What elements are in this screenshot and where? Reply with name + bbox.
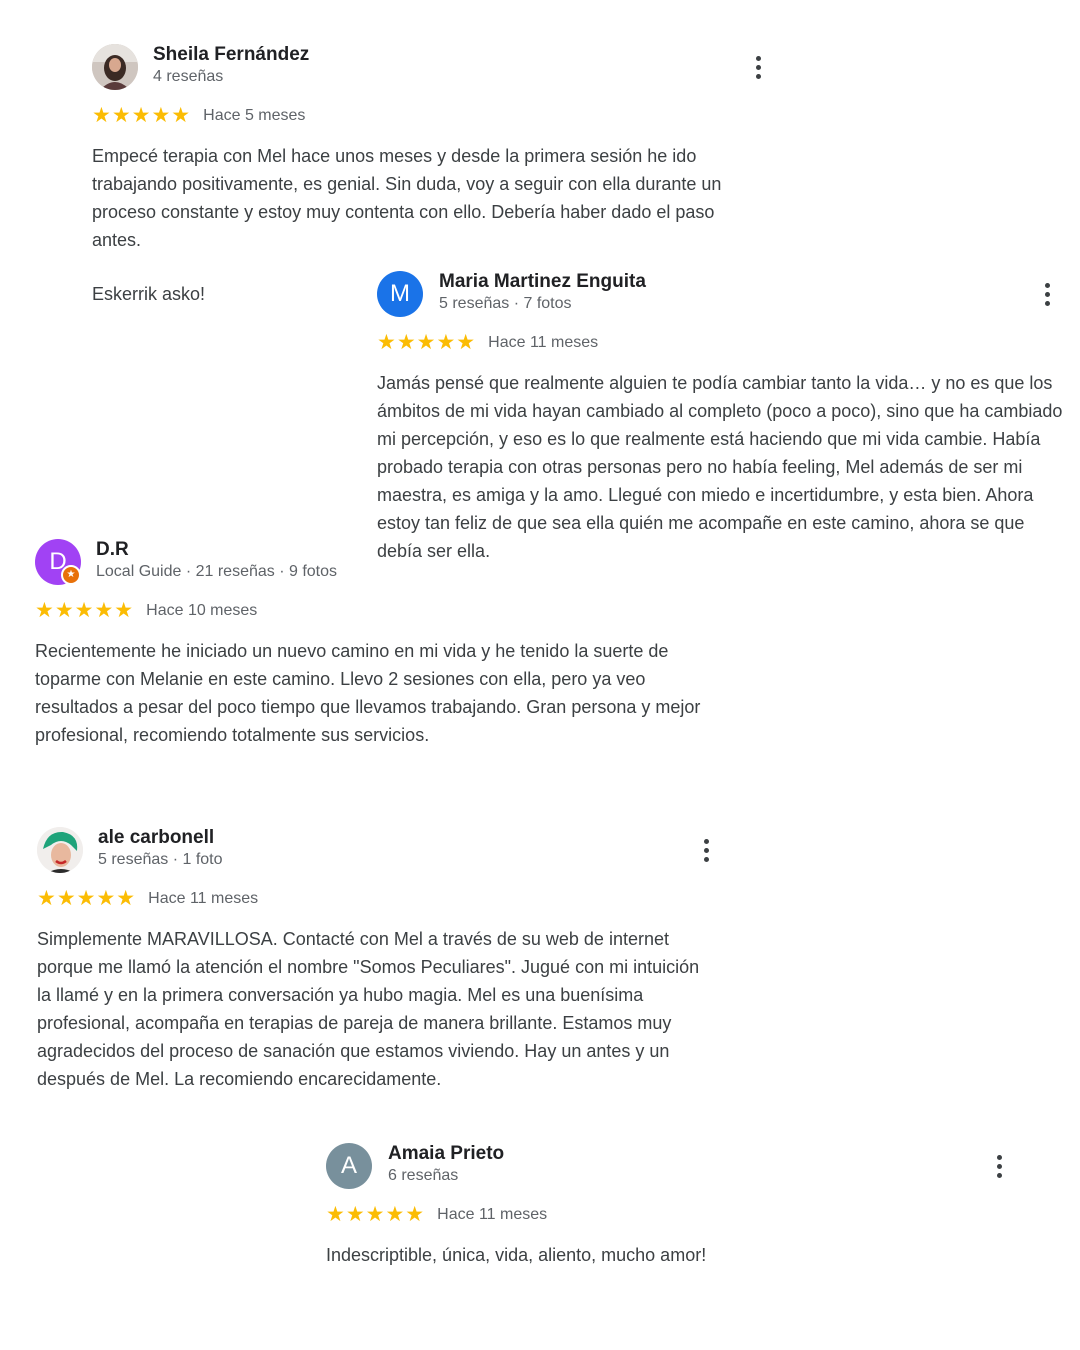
- user-avatar[interactable]: [37, 827, 83, 873]
- star-rating: ★★★★★: [326, 1203, 426, 1226]
- review-text-closing: Eskerrik asko!: [92, 284, 206, 304]
- review-time: Hace 11 meses: [148, 889, 259, 907]
- review-time: Hace 11 meses: [488, 333, 599, 351]
- avatar-letter: M: [390, 280, 410, 307]
- rating-row: ★★★★★ Hace 11 meses: [326, 1204, 547, 1225]
- star-rating: ★★★★★: [377, 331, 477, 354]
- review-card-ale: ale carbonell 5 reseñas · 1 foto ★★★★★ H…: [37, 827, 717, 1127]
- more-vert-icon[interactable]: [746, 52, 770, 82]
- review-text: Indescriptible, única, vida, aliento, mu…: [326, 1245, 707, 1265]
- review-text: Recientemente he iniciado un nuevo camin…: [35, 641, 701, 745]
- rating-row: ★★★★★ Hace 5 meses: [92, 105, 305, 126]
- more-vert-icon[interactable]: [987, 1151, 1011, 1181]
- rating-row: ★★★★★ Hace 11 meses: [37, 888, 258, 909]
- user-avatar[interactable]: D ★: [35, 539, 81, 585]
- reviewer-name[interactable]: Amaia Prieto: [388, 1143, 504, 1165]
- more-vert-icon[interactable]: [694, 835, 718, 865]
- star-rating: ★★★★★: [37, 887, 137, 910]
- reviewer-meta: 6 reseñas: [388, 1167, 459, 1184]
- rating-row: ★★★★★ Hace 11 meses: [377, 332, 598, 353]
- reviewer-meta: 4 reseñas: [153, 68, 224, 85]
- reviewer-meta: 5 reseñas · 1 foto: [98, 851, 223, 868]
- person-photo-icon: [92, 44, 138, 90]
- reviewer-name[interactable]: D.R: [96, 539, 129, 561]
- review-time: Hace 11 meses: [437, 1205, 548, 1223]
- reviewer-meta: 5 reseñas · 7 fotos: [439, 295, 572, 312]
- rating-row: ★★★★★ Hace 10 meses: [35, 600, 257, 621]
- review-card-maria: M Maria Martinez Enguita 5 reseñas · 7 f…: [377, 271, 1067, 571]
- user-avatar[interactable]: M: [377, 271, 423, 317]
- local-guide-badge-icon: ★: [61, 565, 81, 585]
- user-avatar[interactable]: A: [326, 1143, 372, 1189]
- star-rating: ★★★★★: [35, 599, 135, 622]
- review-text: Empecé terapia con Mel hace unos meses y…: [92, 146, 722, 250]
- reviewer-meta: Local Guide · 21 reseñas · 9 fotos: [96, 563, 338, 580]
- review-text: Simplemente MARAVILLOSA. Contacté con Me…: [37, 929, 700, 1089]
- reviewer-name[interactable]: Maria Martinez Enguita: [439, 271, 646, 293]
- person-photo-icon: [37, 827, 83, 873]
- review-time: Hace 10 meses: [146, 601, 258, 619]
- star-rating: ★★★★★: [92, 104, 192, 127]
- review-card-amaia: A Amaia Prieto 6 reseñas ★★★★★ Hace 11 m…: [326, 1143, 1016, 1273]
- reviewer-name[interactable]: ale carbonell: [98, 827, 214, 849]
- reviewer-name[interactable]: Sheila Fernández: [153, 44, 309, 66]
- review-card-dr: D ★ D.R Local Guide · 21 reseñas · 9 fot…: [35, 539, 715, 754]
- review-text: Jamás pensé que realmente alguien te pod…: [377, 373, 1063, 561]
- more-vert-icon[interactable]: [1035, 279, 1059, 309]
- review-time: Hace 5 meses: [203, 106, 306, 124]
- user-avatar[interactable]: [92, 44, 138, 90]
- avatar-letter: A: [340, 1152, 357, 1179]
